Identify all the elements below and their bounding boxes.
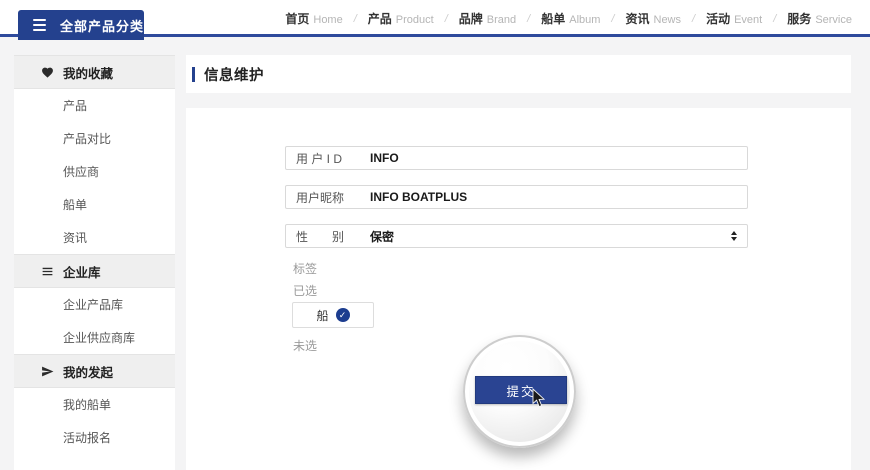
sidebar-item-event-registration[interactable]: 活动报名 xyxy=(14,421,175,454)
nav-separator: / xyxy=(354,13,357,25)
nav-separator: / xyxy=(692,13,695,25)
field-gender-select[interactable]: 性 别 保密 xyxy=(285,224,748,248)
nav-item-product[interactable]: 产品 Product xyxy=(368,10,434,27)
nav-separator: / xyxy=(773,13,776,25)
app: 全部产品分类 首页 Home / 产品 Product / 品牌 Brand /… xyxy=(0,0,870,470)
nav-item-home[interactable]: 首页 Home xyxy=(285,10,342,27)
paper-plane-icon xyxy=(40,364,54,378)
nav-item-brand[interactable]: 品牌 Brand xyxy=(459,10,516,27)
list-icon xyxy=(40,264,54,278)
nav-item-event[interactable]: 活动 Event xyxy=(706,10,762,27)
tag-chip-boat[interactable]: 船 ✓ xyxy=(292,302,374,328)
tag-chip-label: 船 xyxy=(316,307,328,324)
sidebar-section-favorites[interactable]: 我的收藏 xyxy=(14,55,175,89)
nav-item-service[interactable]: 服务 Service xyxy=(787,10,852,27)
sidebar-item-product-compare[interactable]: 产品对比 xyxy=(14,122,175,155)
field-label: 用户昵称 xyxy=(296,189,358,206)
field-value: INFO BOATPLUS xyxy=(370,190,467,204)
sidebar-section-my-initiations[interactable]: 我的发起 xyxy=(14,354,175,388)
top-nav: 首页 Home / 产品 Product / 品牌 Brand / 船单 Alb… xyxy=(285,0,852,37)
check-circle-icon: ✓ xyxy=(336,308,350,322)
all-categories-label: 全部产品分类 xyxy=(60,16,144,35)
nav-separator: / xyxy=(611,13,614,25)
selected-label: 已选 xyxy=(293,285,317,297)
hamburger-icon xyxy=(33,19,46,31)
nav-separator: / xyxy=(527,13,530,25)
sidebar-section-title: 我的发起 xyxy=(63,362,113,381)
title-accent-bar xyxy=(192,67,195,82)
tags-label: 标签 xyxy=(293,263,317,275)
field-user-id[interactable]: 用 户 I D INFO xyxy=(285,146,748,170)
sidebar-section-enterprise[interactable]: 企业库 xyxy=(14,254,175,288)
field-value: 保密 xyxy=(370,228,394,245)
all-categories-button[interactable]: 全部产品分类 xyxy=(18,10,144,40)
sidebar-section-title: 我的收藏 xyxy=(63,63,113,82)
select-arrows-icon xyxy=(731,231,737,241)
main-panel: 用 户 I D INFO 用户昵称 INFO BOATPLUS 性 别 保密 标… xyxy=(186,108,851,470)
nav-separator: / xyxy=(445,13,448,25)
sidebar-item-suppliers[interactable]: 供应商 xyxy=(14,155,175,188)
heart-icon xyxy=(40,65,54,79)
sidebar-item-news[interactable]: 资讯 xyxy=(14,221,175,254)
unselected-label: 未选 xyxy=(293,340,317,352)
nav-item-news[interactable]: 资讯 News xyxy=(625,10,681,27)
page-title: 信息维护 xyxy=(204,64,264,85)
sidebar-section-title: 企业库 xyxy=(63,262,101,281)
page-title-bar: 信息维护 xyxy=(186,55,851,93)
field-value: INFO xyxy=(370,151,399,165)
field-label: 用 户 I D xyxy=(296,150,358,167)
sidebar-item-enterprise-suppliers[interactable]: 企业供应商库 xyxy=(14,321,175,354)
sidebar-item-enterprise-products[interactable]: 企业产品库 xyxy=(14,288,175,321)
nav-item-album[interactable]: 船单 Album xyxy=(541,10,600,27)
field-label: 性 别 xyxy=(296,228,358,245)
sidebar-item-my-boat-list[interactable]: 我的船单 xyxy=(14,388,175,421)
sidebar-item-boat-list[interactable]: 船单 xyxy=(14,188,175,221)
submit-button[interactable]: 提交 xyxy=(475,376,567,404)
sidebar-item-products[interactable]: 产品 xyxy=(14,89,175,122)
top-header: 全部产品分类 首页 Home / 产品 Product / 品牌 Brand /… xyxy=(0,0,870,37)
field-nickname[interactable]: 用户昵称 INFO BOATPLUS xyxy=(285,185,748,209)
sidebar: 我的收藏 产品 产品对比 供应商 船单 资讯 企业库 企业产品库 企业供应商库 … xyxy=(14,55,175,470)
